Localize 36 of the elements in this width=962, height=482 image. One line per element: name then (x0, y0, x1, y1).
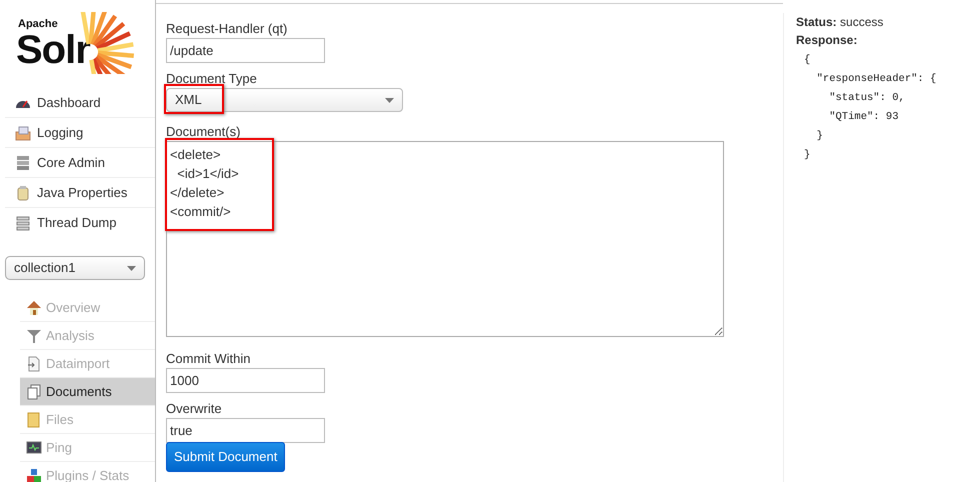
logo-subtitle: Apache (17, 19, 58, 30)
commit-within-field[interactable]: 1000 (166, 368, 325, 393)
funnel-icon (26, 328, 42, 344)
status-value: success (840, 15, 884, 29)
stack-icon (15, 215, 31, 231)
blocks-icon (26, 468, 42, 482)
core-selector[interactable]: collection1 (5, 256, 145, 280)
field-label: Commit Within (166, 351, 252, 366)
monitor-icon (26, 440, 42, 456)
nav-item[interactable]: Dashboard (5, 88, 155, 118)
request-handler-field[interactable]: /update (166, 38, 325, 63)
documents-field[interactable]: <delete> <id>1</id> </delete> <commit/> (166, 141, 724, 337)
field-label: Document(s) (166, 124, 242, 139)
field-label: Request-Handler (qt) (166, 21, 288, 36)
core-nav-item[interactable]: Documents (20, 378, 155, 406)
jar-icon (15, 184, 31, 200)
document-icon (26, 356, 42, 372)
folder-icon (26, 412, 42, 428)
caret-icon (385, 98, 394, 102)
server-icon (15, 154, 31, 170)
house-icon (26, 300, 42, 316)
nav-item[interactable]: Core Admin (5, 148, 155, 178)
field-label: Document Type (166, 71, 258, 86)
status-label: Status: (796, 15, 837, 29)
overwrite-field[interactable]: true (166, 418, 325, 443)
logo-title: Solr (16, 30, 90, 70)
tray-icon (15, 124, 31, 140)
nav-item[interactable]: Java Properties (5, 178, 155, 208)
field-label: Overwrite (166, 401, 223, 416)
submit-button[interactable]: Submit Document (166, 442, 286, 472)
caret-icon (127, 266, 136, 270)
nav-item[interactable]: Logging (5, 118, 155, 148)
pages-icon (26, 384, 42, 400)
response-json: { "responseHeader": { "status": 0, "QTime": 93 } } (804, 53, 936, 163)
response-label: Response: (796, 32, 858, 49)
nav-item[interactable]: Thread Dump (5, 208, 155, 238)
